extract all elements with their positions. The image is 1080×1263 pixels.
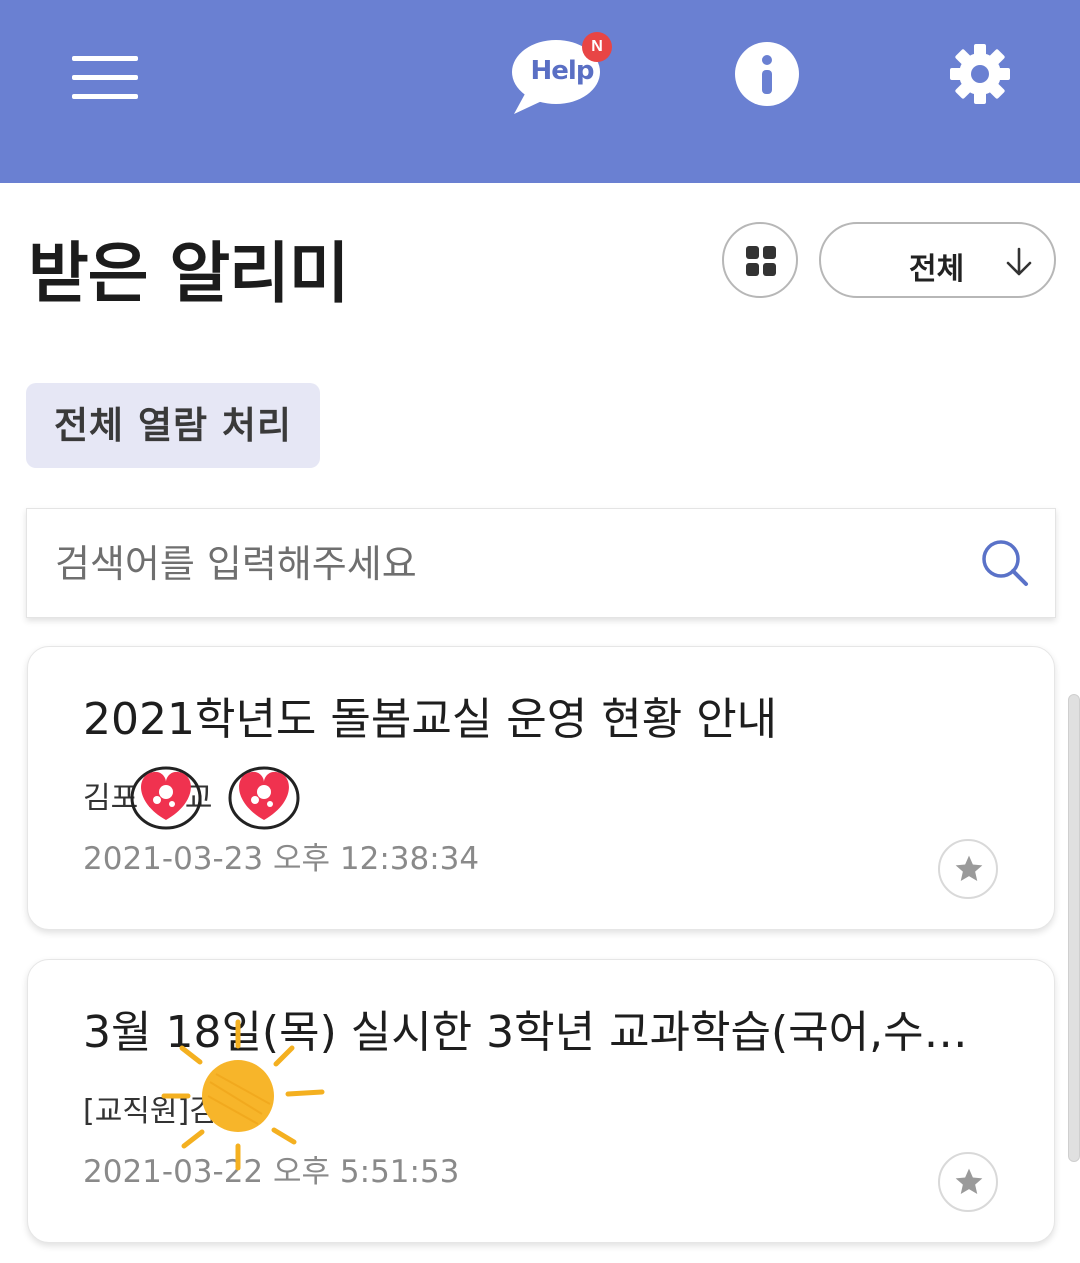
new-badge: N xyxy=(582,32,612,62)
grid-view-button[interactable] xyxy=(722,222,798,298)
star-icon xyxy=(955,855,983,881)
info-icon xyxy=(762,55,772,65)
filter-dropdown[interactable]: 전체 xyxy=(819,222,1056,298)
notice-date: 2021-03-22 오후 5:51:53 xyxy=(83,1154,460,1190)
filter-label: 전체 xyxy=(909,252,965,287)
grid-icon xyxy=(763,263,776,276)
grid-icon xyxy=(746,246,759,259)
menu-button[interactable] xyxy=(72,54,138,102)
search-input[interactable] xyxy=(55,533,955,595)
star-icon xyxy=(955,1168,983,1194)
notice-sender: [교직원]김 xyxy=(83,1094,217,1129)
hamburger-icon-line xyxy=(72,56,138,61)
help-button[interactable]: Help N xyxy=(508,32,616,118)
page-title: 받은 알리미 xyxy=(28,235,350,312)
notice-title: 2021학년도 돌봄교실 운영 현황 안내 xyxy=(83,694,778,745)
favorite-button[interactable] xyxy=(938,1152,998,1212)
notice-card[interactable]: 3월 18일(목) 실시한 3학년 교과학습(국어,수… [교직원]김 2021… xyxy=(27,959,1055,1243)
favorite-button[interactable] xyxy=(938,839,998,899)
info-icon-bar xyxy=(762,70,772,94)
grid-icon xyxy=(746,263,759,276)
hamburger-icon-line xyxy=(72,75,138,80)
arrow-down-icon xyxy=(1006,247,1032,276)
info-button[interactable] xyxy=(735,42,799,106)
notice-sender: 김포 초 교 xyxy=(83,781,213,816)
notice-card[interactable]: 2021학년도 돌봄교실 운영 현황 안내 김포 초 교 2021-03-23 … xyxy=(27,646,1055,930)
grid-icon xyxy=(763,246,776,259)
notice-title: 3월 18일(목) 실시한 3학년 교과학습(국어,수… xyxy=(83,1007,968,1058)
search-icon[interactable] xyxy=(979,537,1031,589)
scrollbar[interactable] xyxy=(1068,694,1080,1162)
hamburger-icon-line xyxy=(72,94,138,99)
mark-all-read-button[interactable]: 전체 열람 처리 xyxy=(26,383,320,468)
search-bar xyxy=(26,508,1056,618)
settings-button[interactable] xyxy=(948,42,1012,106)
gear-icon xyxy=(950,44,1010,104)
top-app-bar: Help N xyxy=(0,0,1080,183)
notice-date: 2021-03-23 오후 12:38:34 xyxy=(83,841,480,877)
